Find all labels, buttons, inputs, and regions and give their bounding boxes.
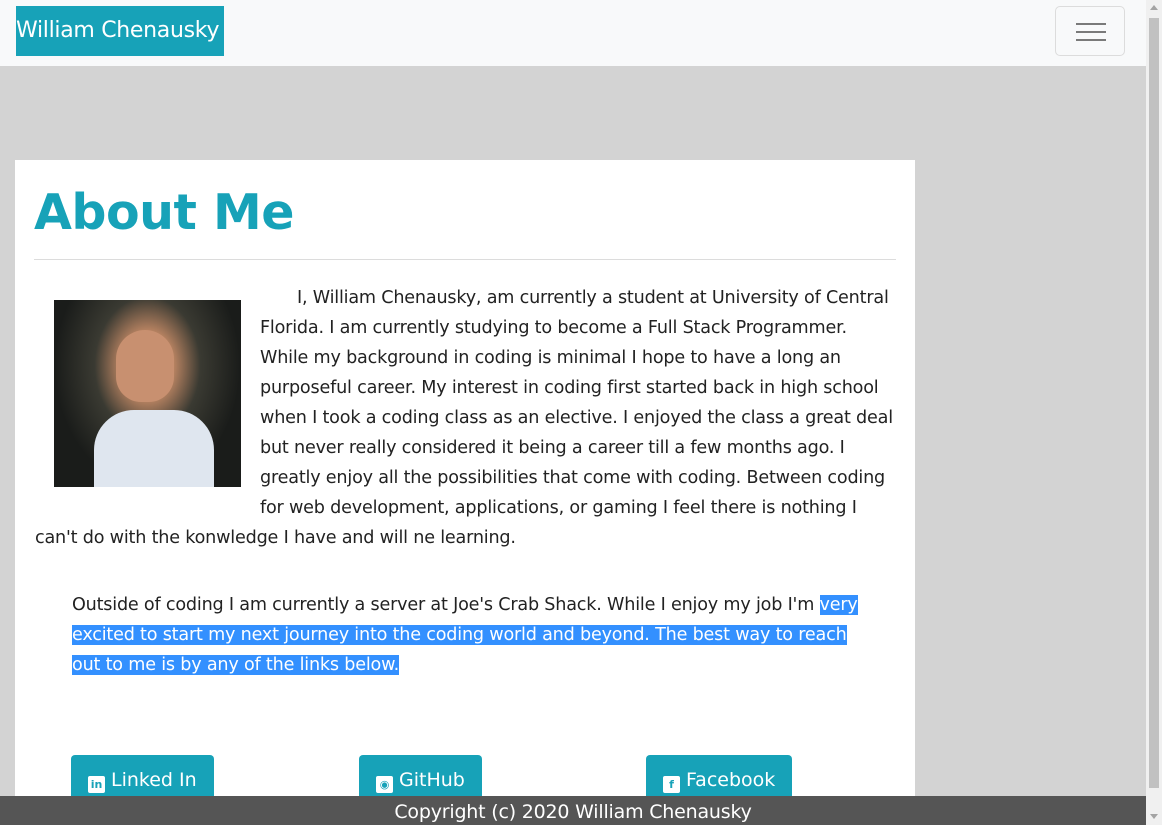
- github-icon: ◉: [376, 776, 393, 793]
- profile-photo: [54, 300, 241, 487]
- facebook-icon: f: [663, 776, 680, 793]
- github-button[interactable]: ◉ GitHub: [359, 755, 482, 800]
- outside-coding-paragraph: Outside of coding I am currently a serve…: [72, 590, 862, 680]
- copyright-text: Copyright (c) 2020 William Chenausky: [394, 801, 752, 823]
- linkedin-button[interactable]: in Linked In: [71, 755, 214, 800]
- linkedin-icon: in: [88, 776, 105, 793]
- about-card: About Me I, William Chenausky, am curren…: [15, 160, 915, 800]
- page: William Chenausky About Me I, William Ch…: [0, 0, 1162, 825]
- page-title: About Me: [34, 184, 295, 241]
- github-label: GitHub: [399, 769, 465, 791]
- about-paragraph: I, William Chenausky, am currently a stu…: [35, 283, 897, 553]
- linkedin-label: Linked In: [111, 769, 197, 791]
- scroll-up-icon[interactable]: [1150, 5, 1158, 10]
- navbar: William Chenausky: [0, 0, 1146, 66]
- facebook-button[interactable]: f Facebook: [646, 755, 793, 800]
- brand-link[interactable]: William Chenausky: [16, 6, 224, 56]
- footer: Copyright (c) 2020 William Chenausky: [0, 796, 1146, 825]
- navbar-toggler-button[interactable]: [1055, 6, 1125, 56]
- scrollbar-thumb[interactable]: [1149, 18, 1159, 788]
- scroll-down-icon[interactable]: [1150, 814, 1158, 819]
- facebook-label: Facebook: [686, 769, 776, 791]
- paragraph-text: Outside of coding I am currently a serve…: [72, 595, 820, 615]
- vertical-scrollbar[interactable]: [1146, 0, 1162, 825]
- divider: [34, 259, 896, 260]
